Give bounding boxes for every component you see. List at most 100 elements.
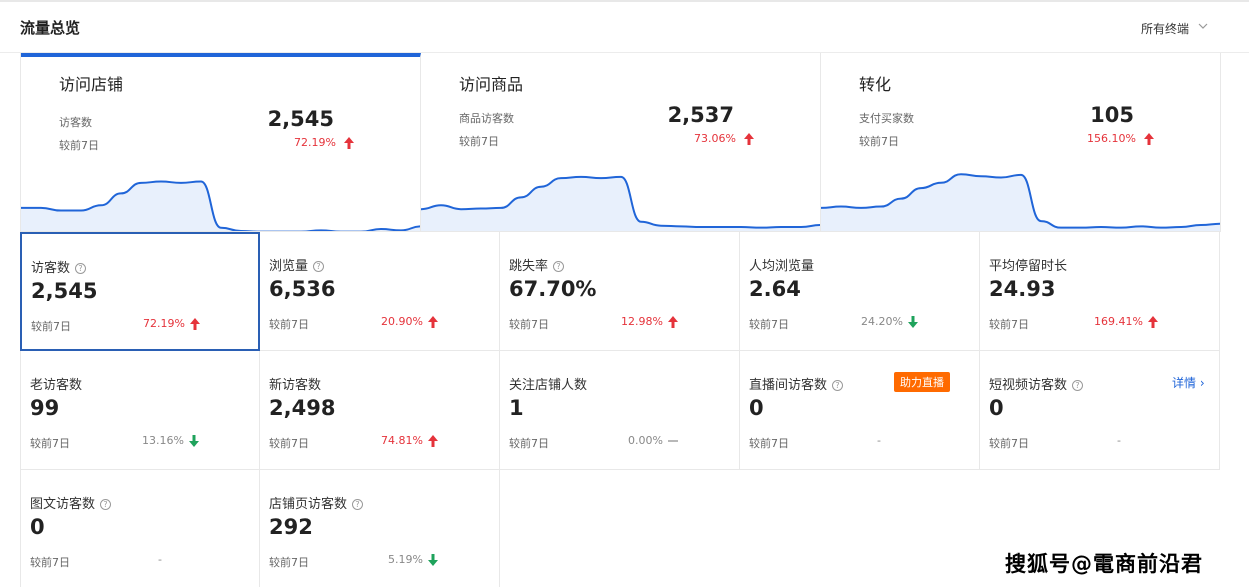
arrow-up-icon (1148, 316, 1158, 328)
help-icon[interactable]: ? (553, 261, 565, 272)
compare-label: 较前7日 (31, 320, 71, 333)
help-icon[interactable]: ? (313, 261, 325, 272)
metric-value: 0 (749, 396, 764, 420)
metric-value: 99 (30, 396, 60, 420)
metric-label: 关注店铺人数 (509, 378, 588, 393)
metric-value: 24.93 (989, 277, 1056, 301)
help-icon[interactable]: ? (75, 263, 87, 274)
card-change-percent: 73.06% (694, 132, 736, 145)
metric-cell[interactable]: 图文访客数? 0 较前7日 - (20, 470, 260, 587)
card-compare-label: 较前7日 (859, 135, 899, 148)
flat-dash-icon (668, 440, 678, 442)
card-visit-product[interactable]: 访问商品 商品访客数 2,537 较前7日 73.06% (421, 53, 821, 232)
metric-label: 店铺页访客数? (269, 493, 364, 512)
metric-cell[interactable]: 浏览量? 6,536 较前7日 20.90% (260, 232, 500, 351)
details-link[interactable]: 详情 › (1172, 374, 1205, 391)
card-compare-label: 较前7日 (59, 139, 99, 152)
section-header: 流量总览 所有终端 (0, 2, 1249, 53)
card-visit-store[interactable]: 访问店铺 访客数 2,545 较前7日 72.19% (21, 53, 421, 232)
sparkline-area (21, 181, 420, 231)
change-percent: 169.41% (1094, 315, 1143, 328)
chevron-down-icon[interactable] (1198, 21, 1208, 31)
metric-value: 2.64 (749, 277, 801, 301)
change-value: - (158, 553, 162, 566)
metric-value: 0 (30, 515, 45, 539)
metric-label: 短视频访客数? (989, 374, 1084, 393)
overview-cards: 访问店铺 访客数 2,545 较前7日 72.19% 访问商品 商品访客数 2,… (20, 53, 1221, 232)
metric-value: 292 (269, 515, 313, 539)
metric-cell[interactable]: 直播间访客数? 0 较前7日 - 助力直播 (740, 351, 980, 470)
metric-cell[interactable]: 跳失率? 67.70% 较前7日 12.98% (500, 232, 740, 351)
help-icon[interactable]: ? (1072, 380, 1084, 391)
metric-label: 跳失率? (509, 255, 565, 274)
change-percent: 12.98% (621, 315, 663, 328)
metric-label: 新访客数 (269, 378, 322, 393)
card-metric-value: 2,537 (667, 103, 734, 127)
metric-label: 人均浏览量 (749, 259, 815, 274)
arrow-up-icon (1144, 133, 1154, 145)
metric-label: 老访客数 (30, 378, 83, 393)
arrow-up-icon (344, 137, 354, 149)
metric-cell[interactable]: 店铺页访客数? 292 较前7日 5.19% (260, 470, 500, 587)
metric-cell[interactable]: 关注店铺人数 1 较前7日 0.00% (500, 351, 740, 470)
metric-cell[interactable]: 人均浏览量 2.64 较前7日 24.20% (740, 232, 980, 351)
card-metric-label: 支付买家数 (859, 112, 914, 125)
card-metric-label: 访客数 (59, 116, 92, 129)
terminal-select[interactable]: 所有终端 (1141, 20, 1189, 37)
metric-value: 2,498 (269, 396, 336, 420)
card-sparkline (421, 175, 820, 231)
arrow-up-icon (428, 435, 438, 447)
arrow-up-icon (668, 316, 678, 328)
metric-cell[interactable]: 老访客数 99 较前7日 13.16% (20, 351, 260, 470)
metric-cell[interactable]: 访客数? 2,545 较前7日 72.19% (20, 232, 260, 351)
card-compare-label: 较前7日 (459, 135, 499, 148)
card-conversion[interactable]: 转化 支付买家数 105 较前7日 156.10% (821, 53, 1221, 232)
arrow-down-icon (908, 316, 918, 328)
help-icon[interactable]: ? (352, 499, 364, 510)
compare-label: 较前7日 (30, 556, 70, 569)
change-percent: 74.81% (381, 434, 423, 447)
arrow-up-icon (744, 133, 754, 145)
metric-label: 图文访客数? (30, 493, 112, 512)
metric-value: 2,545 (31, 279, 98, 303)
card-sparkline (21, 180, 420, 231)
card-metric-value: 2,545 (267, 107, 334, 131)
metric-cell[interactable]: 短视频访客数? 0 较前7日 - 详情 › (980, 351, 1220, 470)
metric-value: 67.70% (509, 277, 597, 301)
help-icon[interactable]: ? (100, 499, 112, 510)
card-title: 转化 (859, 75, 892, 94)
compare-label: 较前7日 (509, 437, 549, 450)
compare-label: 较前7日 (989, 437, 1029, 450)
change-percent: 24.20% (861, 315, 903, 328)
card-change-percent: 156.10% (1087, 132, 1136, 145)
live-assist-badge[interactable]: 助力直播 (894, 372, 950, 392)
metrics-grid: 访客数? 2,545 较前7日 72.19% 浏览量? 6,536 较前7日 20.90% 跳失… (20, 232, 1220, 587)
change-percent: 0.00% (628, 434, 663, 447)
compare-label: 较前7日 (509, 318, 549, 331)
metric-value: 1 (509, 396, 524, 420)
change-value: - (877, 434, 881, 447)
metric-cell[interactable]: 平均停留时长 24.93 较前7日 169.41% (980, 232, 1220, 351)
arrow-down-icon (428, 554, 438, 566)
metric-cell[interactable]: 新访客数 2,498 较前7日 74.81% (260, 351, 500, 470)
compare-label: 较前7日 (269, 437, 309, 450)
metric-value: 6,536 (269, 277, 336, 301)
compare-label: 较前7日 (269, 556, 309, 569)
sparkline-area (421, 176, 820, 231)
change-percent: 72.19% (143, 317, 185, 330)
change-percent: 13.16% (142, 434, 184, 447)
arrow-up-icon (190, 318, 200, 330)
metric-label: 访客数? (31, 257, 87, 276)
compare-label: 较前7日 (30, 437, 70, 450)
change-percent: 20.90% (381, 315, 423, 328)
card-title: 访问商品 (459, 75, 524, 94)
card-title: 访问店铺 (59, 75, 124, 94)
compare-label: 较前7日 (749, 437, 789, 450)
compare-label: 较前7日 (269, 318, 309, 331)
card-metric-label: 商品访客数 (459, 112, 514, 125)
sparkline-area (821, 174, 1220, 231)
metric-label: 直播间访客数? (749, 374, 844, 393)
page-title: 流量总览 (20, 19, 81, 37)
help-icon[interactable]: ? (832, 380, 844, 391)
compare-label: 较前7日 (749, 318, 789, 331)
